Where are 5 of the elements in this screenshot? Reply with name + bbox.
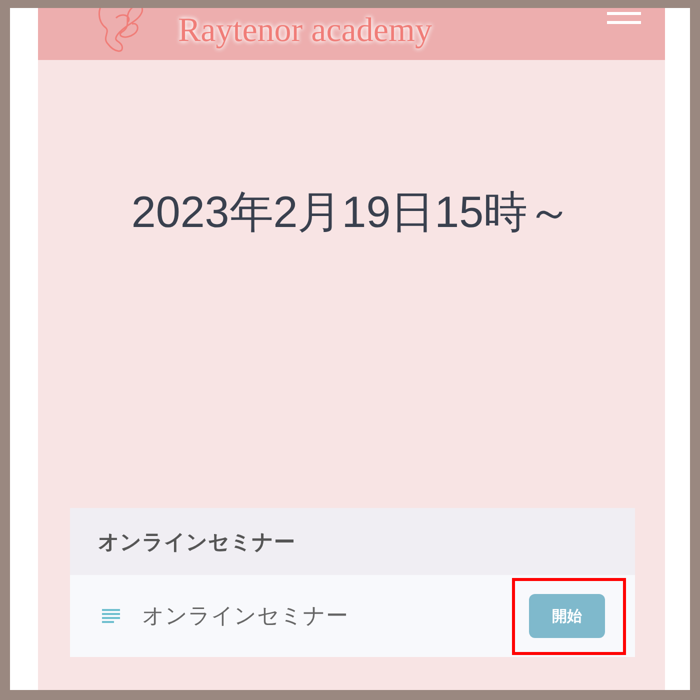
lesson-title[interactable]: オンラインセミナー	[142, 601, 348, 631]
course-title: オンラインセミナー	[70, 508, 635, 575]
menu-icon[interactable]	[607, 12, 641, 26]
list-icon	[102, 609, 120, 623]
event-date: 2023年2月19日15時～	[130, 187, 573, 239]
